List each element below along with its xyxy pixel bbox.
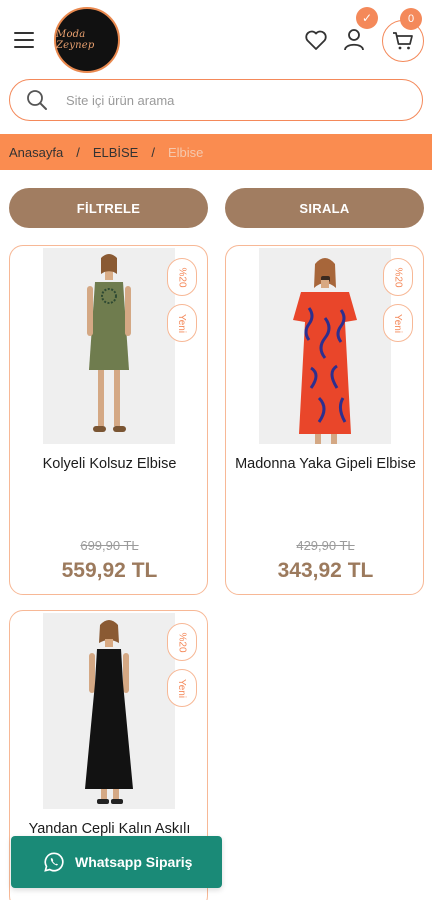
- discount-badge: %20: [383, 258, 413, 296]
- breadcrumb-home[interactable]: Anasayfa: [9, 145, 63, 160]
- old-price: 429,90 TL: [296, 538, 355, 553]
- logo-text: Moda Zeynep: [56, 29, 95, 51]
- user-badge: ✓: [356, 7, 378, 29]
- search-icon[interactable]: [26, 89, 48, 111]
- new-badge: Yeni: [167, 304, 197, 342]
- breadcrumb-separator: /: [76, 144, 80, 160]
- discount-label: %20: [392, 266, 404, 288]
- new-badge: Yeni: [167, 669, 197, 707]
- discount-badge: %20: [167, 258, 197, 296]
- discount-badge: %20: [167, 623, 197, 661]
- breadcrumb: Anasayfa / ELBİSE / Elbise: [0, 134, 432, 170]
- product-image[interactable]: [43, 613, 175, 809]
- whatsapp-icon: [44, 852, 64, 872]
- heart-icon[interactable]: [302, 27, 330, 53]
- menu-icon[interactable]: [14, 32, 34, 48]
- filter-button[interactable]: FİLTRELE: [9, 188, 208, 228]
- product-name[interactable]: Kolyeli Kolsuz Elbise: [18, 452, 201, 476]
- product-card[interactable]: %20 Yeni Madonna Yaka Gipeli Elbise 429,…: [225, 245, 424, 595]
- breadcrumb-separator: /: [151, 144, 155, 160]
- cart-icon: [393, 32, 413, 50]
- whatsapp-label: Whatsapp Sipariş: [75, 854, 193, 870]
- new-label: Yeni: [176, 678, 188, 698]
- header: Moda Zeynep ✓ 0: [0, 0, 432, 78]
- search-input[interactable]: [66, 92, 386, 108]
- breadcrumb-category[interactable]: ELBİSE: [93, 145, 139, 160]
- discount-label: %20: [176, 266, 188, 288]
- new-label: Yeni: [176, 313, 188, 333]
- sort-button[interactable]: SIRALA: [225, 188, 424, 228]
- whatsapp-order-button[interactable]: Whatsapp Sipariş: [11, 836, 222, 888]
- product-image[interactable]: [43, 248, 175, 444]
- new-label: Yeni: [392, 313, 404, 333]
- sale-price: 559,92 TL: [61, 559, 158, 582]
- discount-label: %20: [176, 631, 188, 653]
- new-badge: Yeni: [383, 304, 413, 342]
- breadcrumb-current: Elbise: [167, 144, 204, 160]
- product-card[interactable]: %20 Yeni Kolyeli Kolsuz Elbise 699,90 TL…: [9, 245, 208, 595]
- cart-count-badge: 0: [400, 8, 422, 30]
- logo[interactable]: Moda Zeynep: [54, 7, 120, 73]
- search-bar[interactable]: [9, 79, 423, 121]
- product-image[interactable]: [259, 248, 391, 444]
- product-name[interactable]: Madonna Yaka Gipeli Elbise: [234, 452, 417, 476]
- sale-price: 343,92 TL: [277, 559, 374, 582]
- user-icon[interactable]: [340, 26, 368, 54]
- old-price: 699,90 TL: [80, 538, 139, 553]
